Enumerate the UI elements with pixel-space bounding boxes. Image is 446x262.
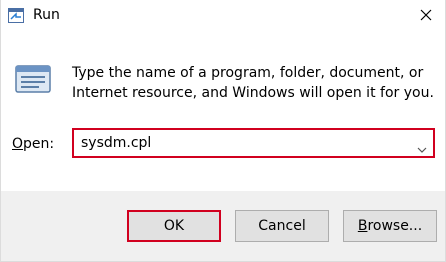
chevron-down-icon[interactable] bbox=[417, 139, 427, 153]
run-app-icon bbox=[8, 8, 24, 23]
description-text: Type the name of a program, folder, docu… bbox=[72, 65, 434, 101]
cancel-button[interactable]: Cancel bbox=[235, 210, 329, 242]
browse-button[interactable]: Browse... bbox=[343, 210, 437, 242]
run-dialog: Run Type the name of a program, folder, … bbox=[0, 0, 446, 262]
close-button[interactable] bbox=[412, 3, 440, 27]
title-bar[interactable]: Run bbox=[1, 0, 445, 31]
button-bar: OK Cancel Browse... bbox=[1, 191, 445, 261]
open-combobox[interactable]: sysdm.cpl bbox=[72, 128, 435, 158]
open-label: Open: bbox=[12, 136, 54, 152]
browse-label-rest: rowse... bbox=[367, 218, 423, 234]
ok-button[interactable]: OK bbox=[127, 210, 221, 242]
run-program-icon bbox=[13, 64, 53, 96]
open-label-rest: pen: bbox=[23, 136, 55, 152]
window-title: Run bbox=[33, 7, 60, 23]
close-icon bbox=[420, 9, 432, 21]
dialog-content: Type the name of a program, folder, docu… bbox=[1, 31, 445, 191]
open-label-accesskey: O bbox=[12, 136, 24, 152]
open-input[interactable]: sysdm.cpl bbox=[81, 135, 151, 151]
browse-accesskey: B bbox=[357, 218, 368, 234]
